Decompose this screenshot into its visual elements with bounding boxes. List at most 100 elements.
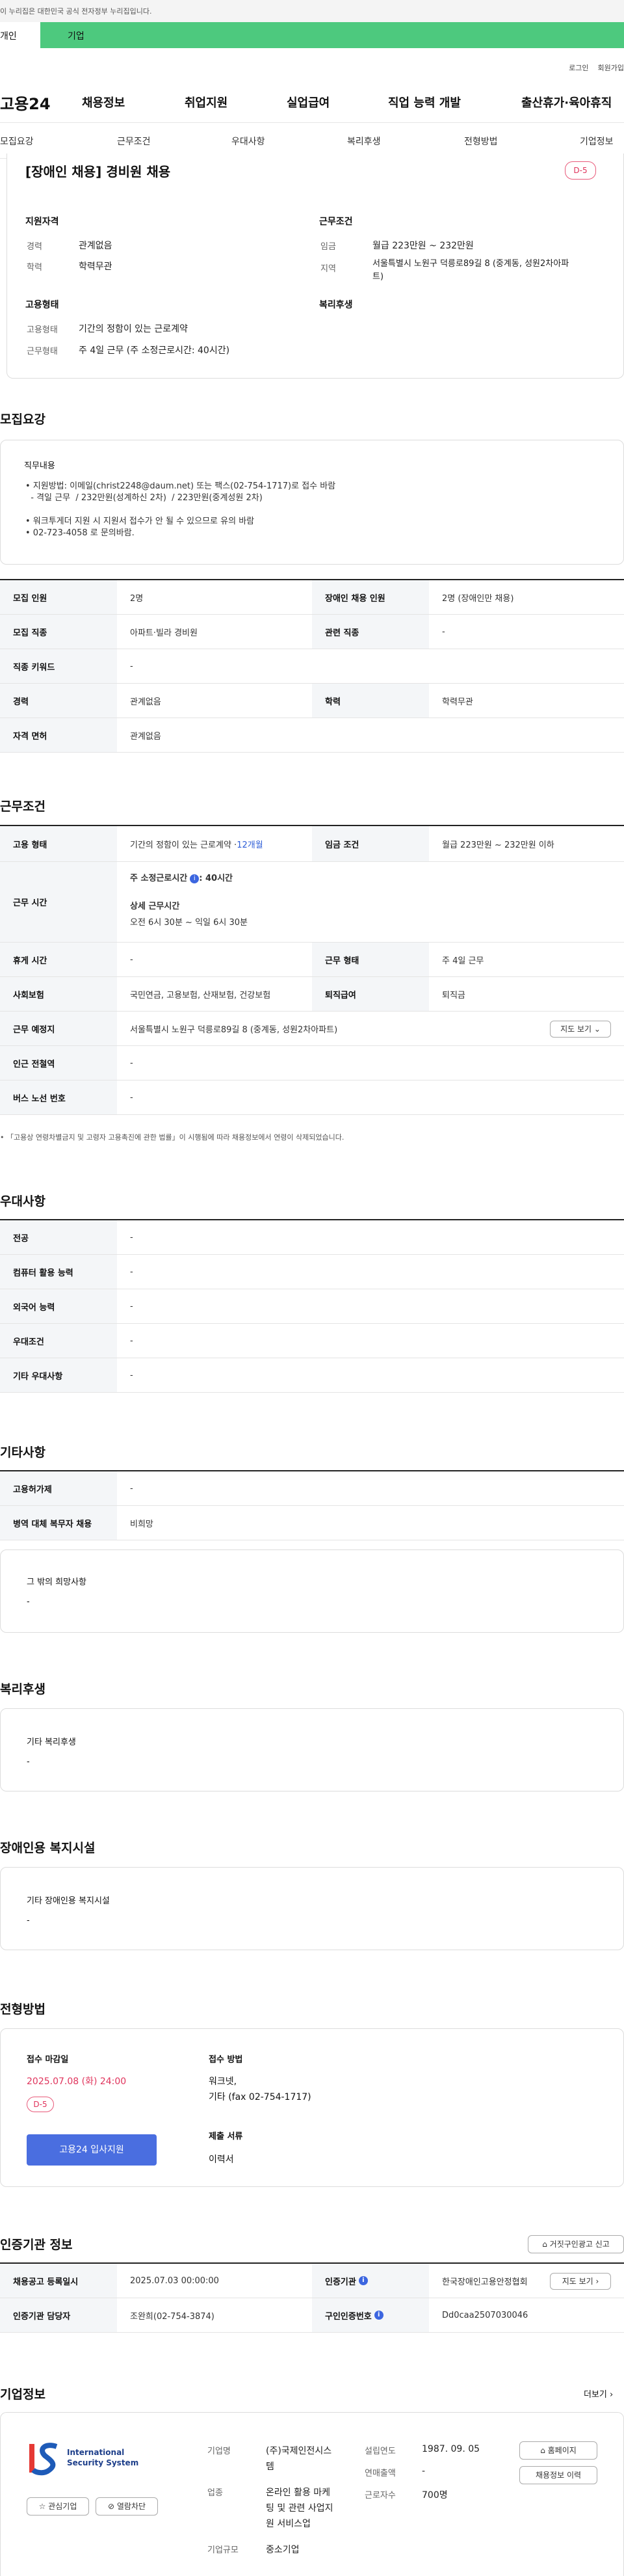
tab-work-conditions[interactable]: 근무조건 [117,135,151,148]
tab-company[interactable]: 기업정보 [580,135,614,148]
table-row: 인근 전철역 - [0,1046,624,1080]
method-value-line1: 워크넷, [209,2076,237,2087]
table-header: 휴게 시간 [0,943,117,976]
table-row: 인증기관 담당자 조완희(02-754-3874) 구인인증번호 i Dd0caa… [0,2298,624,2333]
company-more-link[interactable]: 더보기 › [584,2387,613,2400]
tab-corp[interactable]: 기업 [40,22,624,48]
table-cell: 학력무관 [442,697,473,707]
gnb-menu-jobs[interactable]: 채용정보 [82,94,125,111]
map-view-button[interactable]: 지도 보기 ⌄ [550,1021,611,1038]
table-header: 버스 노선 번호 [0,1080,117,1114]
table-cell: - [130,1483,133,1494]
selection-card: 접수 마감일 2025.07.08 (화) 24:00 D-5 고용24 입사지… [0,2028,624,2187]
table-header: 직종 키워드 [0,649,117,683]
cert-number-label: 구인인증번호 [325,2311,372,2322]
welfare-etc-value: - [27,1757,30,1767]
gnb-menu-vocational-training[interactable]: 직업 능력 개발 [388,94,461,111]
table-header: 기타 우대사항 [0,1358,117,1392]
site-logo[interactable]: 고용24 [0,91,51,114]
weekly-hours: 주 소정근로시간 i: 40시간 [130,871,624,883]
table-header: 사회보험 [0,977,117,1011]
table-cell: - [130,1058,133,1068]
table-row: 컴퓨터 활용 능력 - [0,1255,624,1289]
report-fake-ad-button[interactable]: ⌂ 거짓구인광고 신고 [528,2235,624,2253]
table-header: 퇴직급여 [312,977,429,1011]
gnb-menu-maternity-leave[interactable]: 출산휴가·육아휴직 [521,94,612,111]
block-icon: ⊘ [107,2502,115,2511]
table-header: 채용공고 등록일시 [0,2264,117,2298]
gnb-menu-employment-support[interactable]: 취업지원 [185,94,228,111]
global-nav: 고용24 채용정보 취업지원 실업급여 직업 능력 개발 출산휴가·육아휴직 [0,82,624,122]
tab-selection[interactable]: 전형방법 [464,135,498,148]
company-name-line1: (주)국제인전시스 [266,2446,332,2456]
tab-preferences[interactable]: 우대사항 [231,135,265,148]
info-icon[interactable]: i [374,2311,384,2320]
welfare-section-heading: 복리후생 [0,1682,46,1697]
table-row: 기타 우대사항 - [0,1358,624,1393]
join-link[interactable]: 회원가입 [598,64,624,72]
table-cell: - [442,626,445,637]
cert-map-button[interactable]: 지도 보기 › [550,2273,611,2290]
table-header: 모집 인원 [0,580,117,614]
table-row: 우대조건 - [0,1324,624,1358]
interest-company-button[interactable]: ☆ 관심기업 [27,2497,89,2516]
table-row: 사회보험 국민연금, 고용보험, 산재보험, 건강보험 퇴직급여 퇴직금 [0,977,624,1012]
table-row: 경력 관계없음 학력 학력무관 [0,684,624,718]
industry-label: 업종 [207,2488,223,2498]
welfare-etc-heading: 기타 복리후생 [27,1737,76,1747]
tab-welfare[interactable]: 복리후생 [347,135,381,148]
wage-value: 월급 223만원 ~ 232만원 [372,241,474,251]
dday-badge: D-5 [27,2097,54,2112]
table-header: 고용허가제 [0,1471,117,1505]
company-card: International Security System ☆ 관심기업 ⊘ 열… [0,2412,624,2576]
table-cell: Dd0caa2507030046 [442,2310,528,2320]
company-name-label: 기업명 [207,2447,231,2456]
cert-org-label: 인증기관 [325,2277,356,2287]
pref-table: 전공 - 컴퓨터 활용 능력 - 외국어 능력 - 우대조건 - 기타 우대사항 - [0,1219,624,1393]
area-value-line1: 서울특별시 노원구 덕릉로89길 8 (중계동, 성원2차아파 [372,259,569,269]
info-icon[interactable]: i [358,2276,368,2285]
recruit-heading: 모집요강 [0,412,46,427]
map-view-label: 지도 보기 [560,1025,592,1034]
detail-hours-heading: 상세 근무시간 [130,902,180,911]
table-cell: 주 4일 근무 [442,956,484,966]
gnb-menu-unemployment-benefit[interactable]: 실업급여 [287,94,330,111]
table-header: 경력 [0,684,117,718]
chevron-right-icon: › [595,2277,599,2286]
facility-etc-value: - [27,1916,30,1925]
table-header: 인근 전철역 [0,1046,117,1080]
job-summary-card: [장애인 채용] 경비원 채용 D-5 지원자격 경력 관계없음 학력 학력무관… [6,154,624,379]
founded-value: 1987. 09. 05 [422,2444,480,2454]
tab-person[interactable]: 개인 [0,22,40,48]
weekly-hours-value: : 40시간 [199,874,233,883]
table-cell: 국민연금, 고용보험, 산재보험, 건강보험 [130,990,271,1000]
table-row: 채용공고 등록일시 2025.07.03 00:00:00 인증기관 i 한국장애… [0,2264,624,2298]
edu-value: 학력무관 [79,262,112,272]
block-view-label: 열람차단 [116,2502,146,2511]
table-cell: - [130,1232,133,1242]
info-icon[interactable]: i [190,874,200,883]
table-cell: - [130,661,133,671]
table-header: 자격 면허 [0,718,117,752]
contract-period-link[interactable]: 12개월 [237,838,263,850]
facility-etc-heading: 기타 장애인용 복지시설 [27,1896,110,1906]
table-cell: 한국장애인고용안정협회 [442,2277,528,2287]
block-view-button[interactable]: ⊘ 열람차단 [96,2497,158,2516]
worktype-value: 주 4일 근무 (주 소정근로시간: 40시간) [79,345,230,356]
weekly-hours-label: 주 소정근로시간 [130,874,188,883]
login-link[interactable]: 로그인 [569,64,588,72]
job-history-button[interactable]: 채용정보 이력 [519,2466,597,2484]
duty-line [25,504,335,516]
work-table: 고용 형태 기간의 정함이 있는 근로계약 · 12개월 임금 조건 월급 22… [0,825,624,1115]
table-row: 모집 인원 2명 장애인 채용 인원 2명 (장애인만 채용) [0,580,624,615]
table-row: 고용허가제 - [0,1471,624,1506]
table-cell: - [130,1267,133,1277]
company-more-label: 더보기 [584,2390,607,2400]
homepage-button[interactable]: ⌂ 홈페이지 [519,2441,597,2460]
util-links: 로그인 회원가입 [0,48,624,82]
tab-recruit[interactable]: 모집요강 [0,135,34,148]
edu-label: 학력 [27,263,42,273]
duty-card: 직무내용 • 지원방법: 이메일(christ2248@daum.net) 또는… [0,440,624,565]
apply-button[interactable]: 고용24 입사지원 [27,2134,157,2166]
table-cell: - [130,1335,133,1346]
